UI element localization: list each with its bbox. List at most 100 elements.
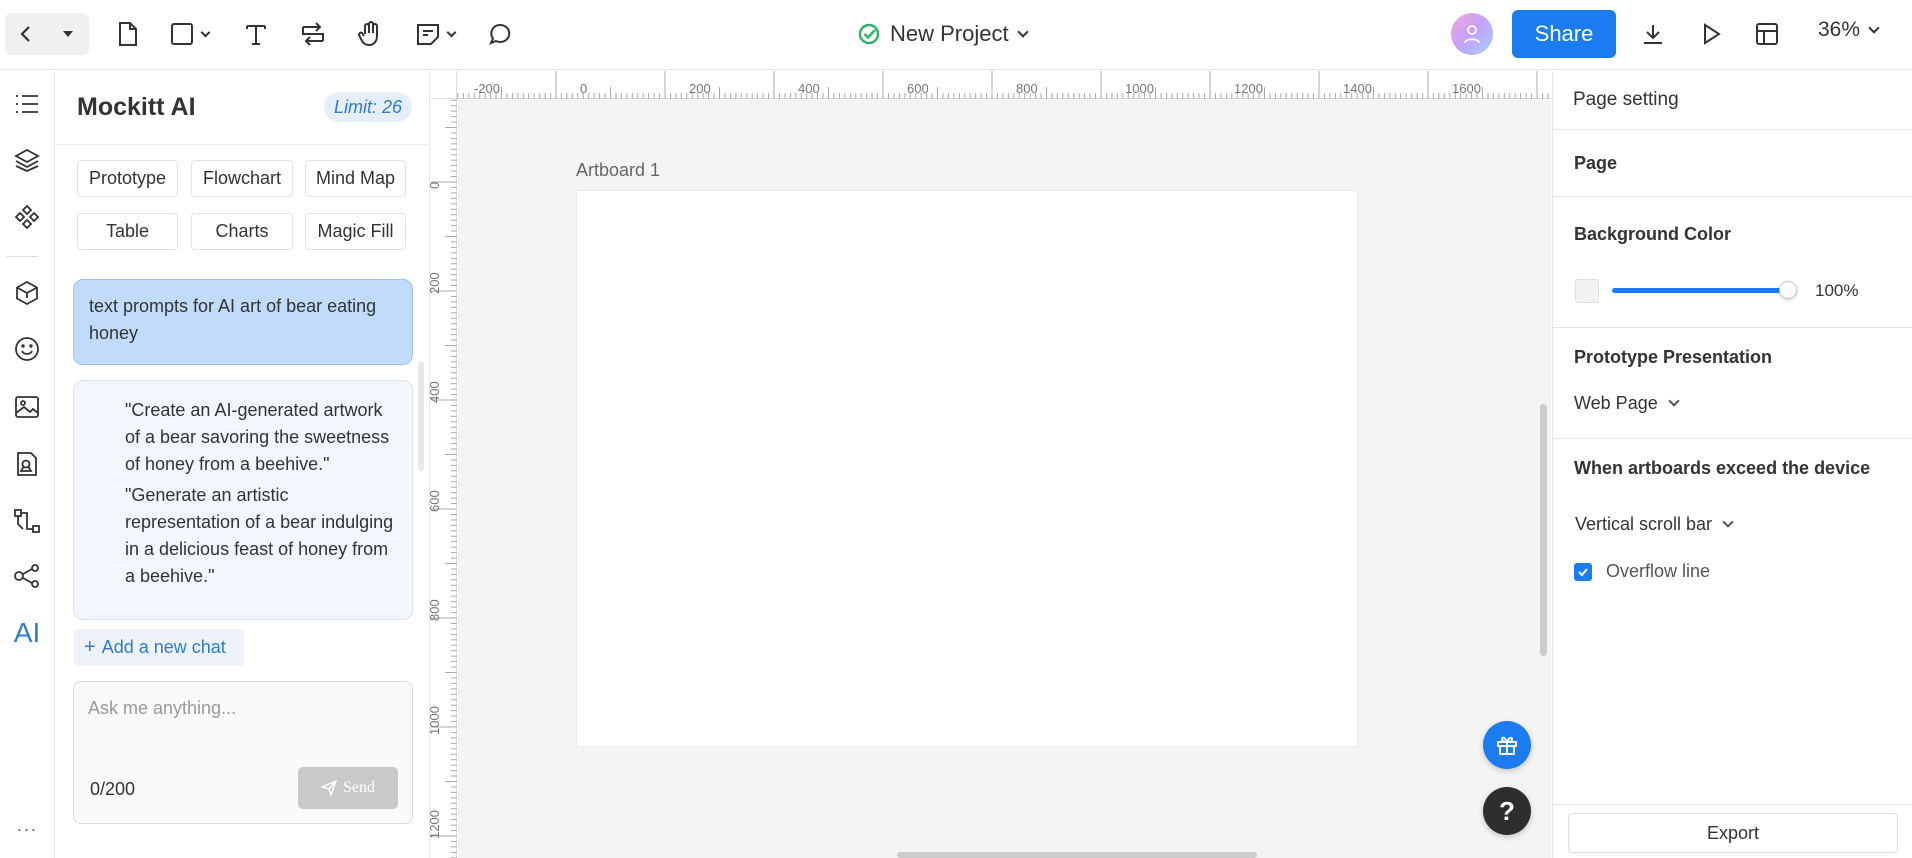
- presentation-dropdown[interactable]: Web Page: [1574, 393, 1680, 414]
- ruler-top: -200 0 200 400 600 800 1000 1200 1400 16…: [431, 71, 1551, 99]
- ruler-label: 0: [427, 181, 442, 189]
- layout-icon[interactable]: [1751, 14, 1783, 54]
- chevron-down-icon: [200, 27, 210, 37]
- chip-charts[interactable]: Charts: [191, 213, 293, 250]
- ruler-label: 400: [798, 81, 820, 96]
- artboard[interactable]: [576, 190, 1358, 747]
- opacity-value: 100%: [1815, 281, 1859, 300]
- download-icon[interactable]: [1637, 14, 1669, 54]
- gift-icon: [1497, 736, 1517, 755]
- connector-icon[interactable]: [297, 14, 329, 54]
- emoji-icon[interactable]: [8, 330, 46, 368]
- note-tool[interactable]: [409, 14, 461, 54]
- chip-flowchart[interactable]: Flowchart: [191, 160, 293, 197]
- add-new-chat-button[interactable]: + Add a new chat: [74, 629, 244, 666]
- exceed-behavior-value: Vertical scroll bar: [1575, 514, 1713, 534]
- send-icon: [321, 780, 337, 796]
- chip-prototype[interactable]: Prototype: [77, 160, 178, 197]
- gift-button[interactable]: [1483, 721, 1531, 769]
- canvas-horizontal-scrollbar[interactable]: [897, 852, 1257, 858]
- left-rail: AI ···: [0, 71, 55, 858]
- plus-icon: +: [84, 636, 96, 658]
- avatar[interactable]: [1451, 13, 1493, 55]
- rectangle-tool[interactable]: [164, 14, 214, 54]
- canvas-vertical-scrollbar[interactable]: [1540, 404, 1547, 656]
- background-color-heading: Background Color: [1574, 224, 1732, 244]
- page-icon[interactable]: [112, 14, 144, 54]
- artboard-label[interactable]: Artboard 1: [576, 160, 660, 181]
- ruler-corner: [431, 71, 457, 99]
- opacity-slider-handle[interactable]: [1779, 281, 1797, 299]
- text-icon[interactable]: [240, 14, 272, 54]
- ask-box: 0/200 Send: [73, 681, 413, 824]
- share-button[interactable]: Share: [1512, 10, 1616, 58]
- ai-panel: Mockitt AI Limit: 26 Prototype Flowchart…: [56, 71, 430, 858]
- comment-icon[interactable]: [484, 14, 516, 54]
- add-chat-label: Add a new chat: [101, 637, 226, 657]
- limit-badge: Limit: 26: [324, 92, 413, 122]
- ruler-label: -200: [474, 81, 501, 96]
- ai-icon[interactable]: AI: [8, 614, 46, 652]
- user-message: text prompts for AI art of bear eating h…: [73, 279, 413, 365]
- help-button[interactable]: ?: [1483, 787, 1531, 835]
- page-setting-header: Page setting: [1573, 89, 1679, 110]
- prototype-presentation-heading: Prototype Presentation: [1574, 347, 1773, 367]
- divider: [56, 144, 430, 145]
- hand-icon[interactable]: [354, 14, 386, 54]
- more-icon[interactable]: ···: [8, 817, 46, 841]
- send-button[interactable]: Send: [298, 767, 398, 809]
- top-toolbar: New Project Share 36%: [0, 0, 1912, 70]
- ruler-left: 0 200 400 600 800 1000 1200: [427, 99, 457, 858]
- assets-icon[interactable]: [8, 445, 46, 483]
- back-arrow-icon[interactable]: [5, 13, 47, 55]
- zoom-dropdown[interactable]: 36%: [1818, 18, 1880, 42]
- layers-icon[interactable]: [8, 141, 46, 179]
- ruler-label: 1200: [1234, 81, 1263, 96]
- exceed-behavior-dropdown[interactable]: Vertical scroll bar: [1575, 514, 1734, 535]
- background-color-swatch[interactable]: [1575, 279, 1599, 303]
- outline-icon[interactable]: [8, 85, 46, 123]
- chip-magic-fill[interactable]: Magic Fill: [305, 213, 406, 250]
- ruler-label: 1000: [1125, 81, 1154, 96]
- ruler-label: 0: [580, 81, 588, 96]
- widgets-icon[interactable]: [8, 274, 46, 312]
- export-button[interactable]: Export: [1568, 813, 1898, 853]
- response-item: "Create an AI-generated artwork of a bea…: [125, 400, 390, 474]
- flow-icon[interactable]: [8, 502, 46, 540]
- opacity-slider-track[interactable]: [1612, 288, 1782, 293]
- chip-table[interactable]: Table: [77, 213, 178, 250]
- presentation-value: Web Page: [1574, 393, 1658, 413]
- rectangle-icon: [170, 23, 193, 45]
- right-panel: Page setting Page Background Color 100% …: [1552, 71, 1912, 858]
- zoom-level: 36%: [1818, 18, 1861, 41]
- saved-check-icon: [858, 23, 880, 45]
- overflow-line-checkbox[interactable]: [1574, 563, 1592, 581]
- back-button-group[interactable]: [5, 13, 89, 55]
- chat-scrollbar[interactable]: [418, 361, 424, 471]
- ruler-label: 200: [689, 81, 711, 96]
- exceed-device-heading: When artboards exceed the device: [1574, 458, 1871, 478]
- ruler-left-ticks: [431, 99, 457, 858]
- rail-divider: [6, 256, 38, 257]
- user-icon: [1464, 25, 1480, 44]
- project-title-dropdown[interactable]: New Project: [858, 18, 1029, 50]
- ruler-label: 1200: [427, 810, 442, 839]
- char-counter: 0/200: [90, 779, 136, 799]
- ruler-label: 800: [1016, 81, 1038, 96]
- check-icon: [1578, 568, 1588, 577]
- chip-mind-map[interactable]: Mind Map: [305, 160, 406, 197]
- overflow-line-label: Overflow line: [1606, 561, 1711, 581]
- components-icon[interactable]: [8, 198, 46, 236]
- ask-input[interactable]: [88, 698, 388, 719]
- send-label: Send: [343, 779, 375, 796]
- project-title: New Project: [890, 21, 1009, 46]
- mindmap-icon[interactable]: [8, 557, 46, 595]
- back-menu-dropdown[interactable]: [47, 13, 89, 55]
- page-heading: Page: [1574, 153, 1618, 173]
- play-icon[interactable]: [1695, 14, 1727, 54]
- divider: [1553, 129, 1912, 130]
- ruler-label: 1600: [1452, 81, 1481, 96]
- image-icon[interactable]: [8, 388, 46, 426]
- chevron-down-icon: [1868, 22, 1880, 34]
- ai-response: "Create an AI-generated artwork of a bea…: [73, 380, 413, 620]
